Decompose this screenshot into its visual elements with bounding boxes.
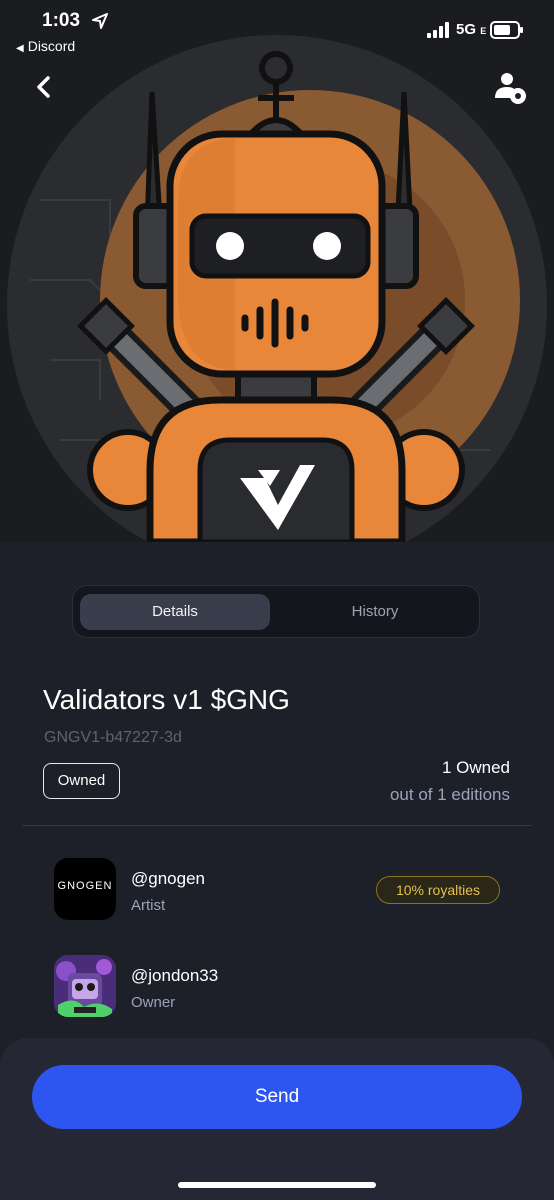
battery-icon [490, 21, 523, 39]
nft-image: 1:03 ◀ Discord 5G E [0, 0, 554, 542]
artist-role: Artist [131, 897, 166, 914]
artist-row[interactable]: GNOGEN @gnogen Artist 10% royalties [54, 858, 514, 920]
tab-details[interactable]: Details [80, 594, 270, 630]
home-indicator [178, 1182, 376, 1188]
nft-title: Validators v1 $GNG [43, 684, 290, 715]
profile-settings-icon[interactable] [493, 70, 529, 106]
owner-avatar-art [54, 955, 116, 1017]
network-suffix: E [480, 26, 487, 36]
signal-icon [427, 22, 449, 38]
editions-count: out of 1 editions [389, 785, 510, 804]
back-to-app-link[interactable]: ◀ Discord [16, 38, 75, 54]
back-triangle-icon: ◀ [16, 43, 24, 54]
owner-handle: @jondon33 [131, 966, 219, 985]
nft-identifier: GNGV1-b47227-3d [44, 729, 182, 746]
owner-role: Owner [131, 994, 176, 1011]
divider [22, 825, 532, 826]
gnogen-logo: GNOGEN [57, 880, 113, 892]
owner-avatar [54, 955, 116, 1017]
network-label: 5G [456, 21, 477, 38]
network-indicator: 5G E [456, 21, 486, 38]
send-button[interactable]: Send [32, 1065, 522, 1129]
owned-badge: Owned [43, 763, 120, 799]
owner-row[interactable]: @jondon33 Owner [54, 955, 514, 1017]
back-app-label: Discord [27, 38, 76, 54]
location-arrow-icon [92, 13, 108, 29]
robot-artwork [7, 35, 547, 542]
status-bar: 1:03 ◀ Discord 5G E [0, 0, 554, 60]
tab-bar: Details History [72, 585, 480, 638]
status-time: 1:03 [42, 10, 81, 31]
artist-avatar: GNOGEN [54, 858, 116, 920]
owned-count: 1 Owned [441, 758, 510, 777]
back-chevron-icon[interactable] [30, 72, 60, 102]
artist-handle: @gnogen [131, 869, 205, 888]
tab-history[interactable]: History [277, 594, 473, 630]
royalties-badge: 10% royalties [376, 876, 500, 904]
